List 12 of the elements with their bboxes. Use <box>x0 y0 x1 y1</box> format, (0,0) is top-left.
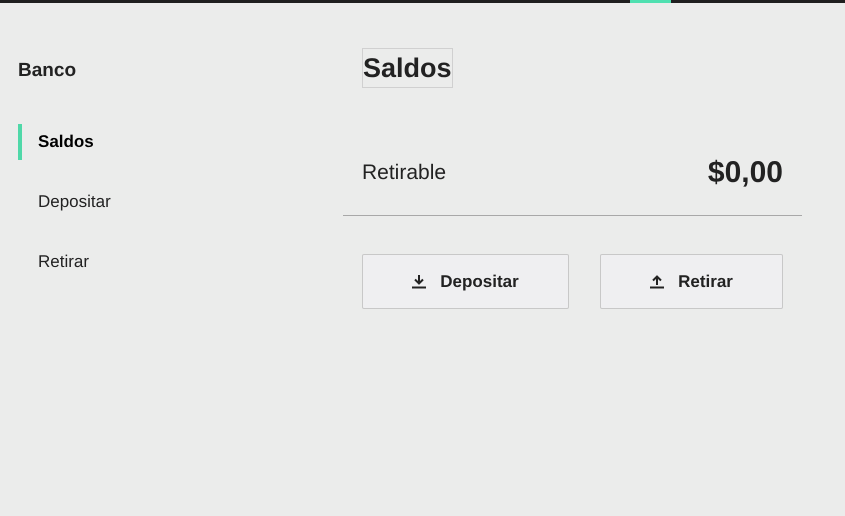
sidebar-item[interactable]: Retirar <box>18 244 343 280</box>
deposit-button[interactable]: Depositar <box>362 254 569 309</box>
sidebar-item[interactable]: Saldos <box>18 124 343 160</box>
progress-indicator <box>630 0 671 3</box>
balance-amount: $0,00 <box>708 155 783 191</box>
sidebar-title: Banco <box>18 59 78 83</box>
balance-label: Retirable <box>362 160 446 186</box>
upload-icon <box>650 274 664 289</box>
withdraw-button[interactable]: Retirar <box>600 254 783 309</box>
sidebar-item[interactable]: Depositar <box>18 184 343 220</box>
download-icon <box>412 274 426 289</box>
page-title: Saldos <box>362 48 453 88</box>
